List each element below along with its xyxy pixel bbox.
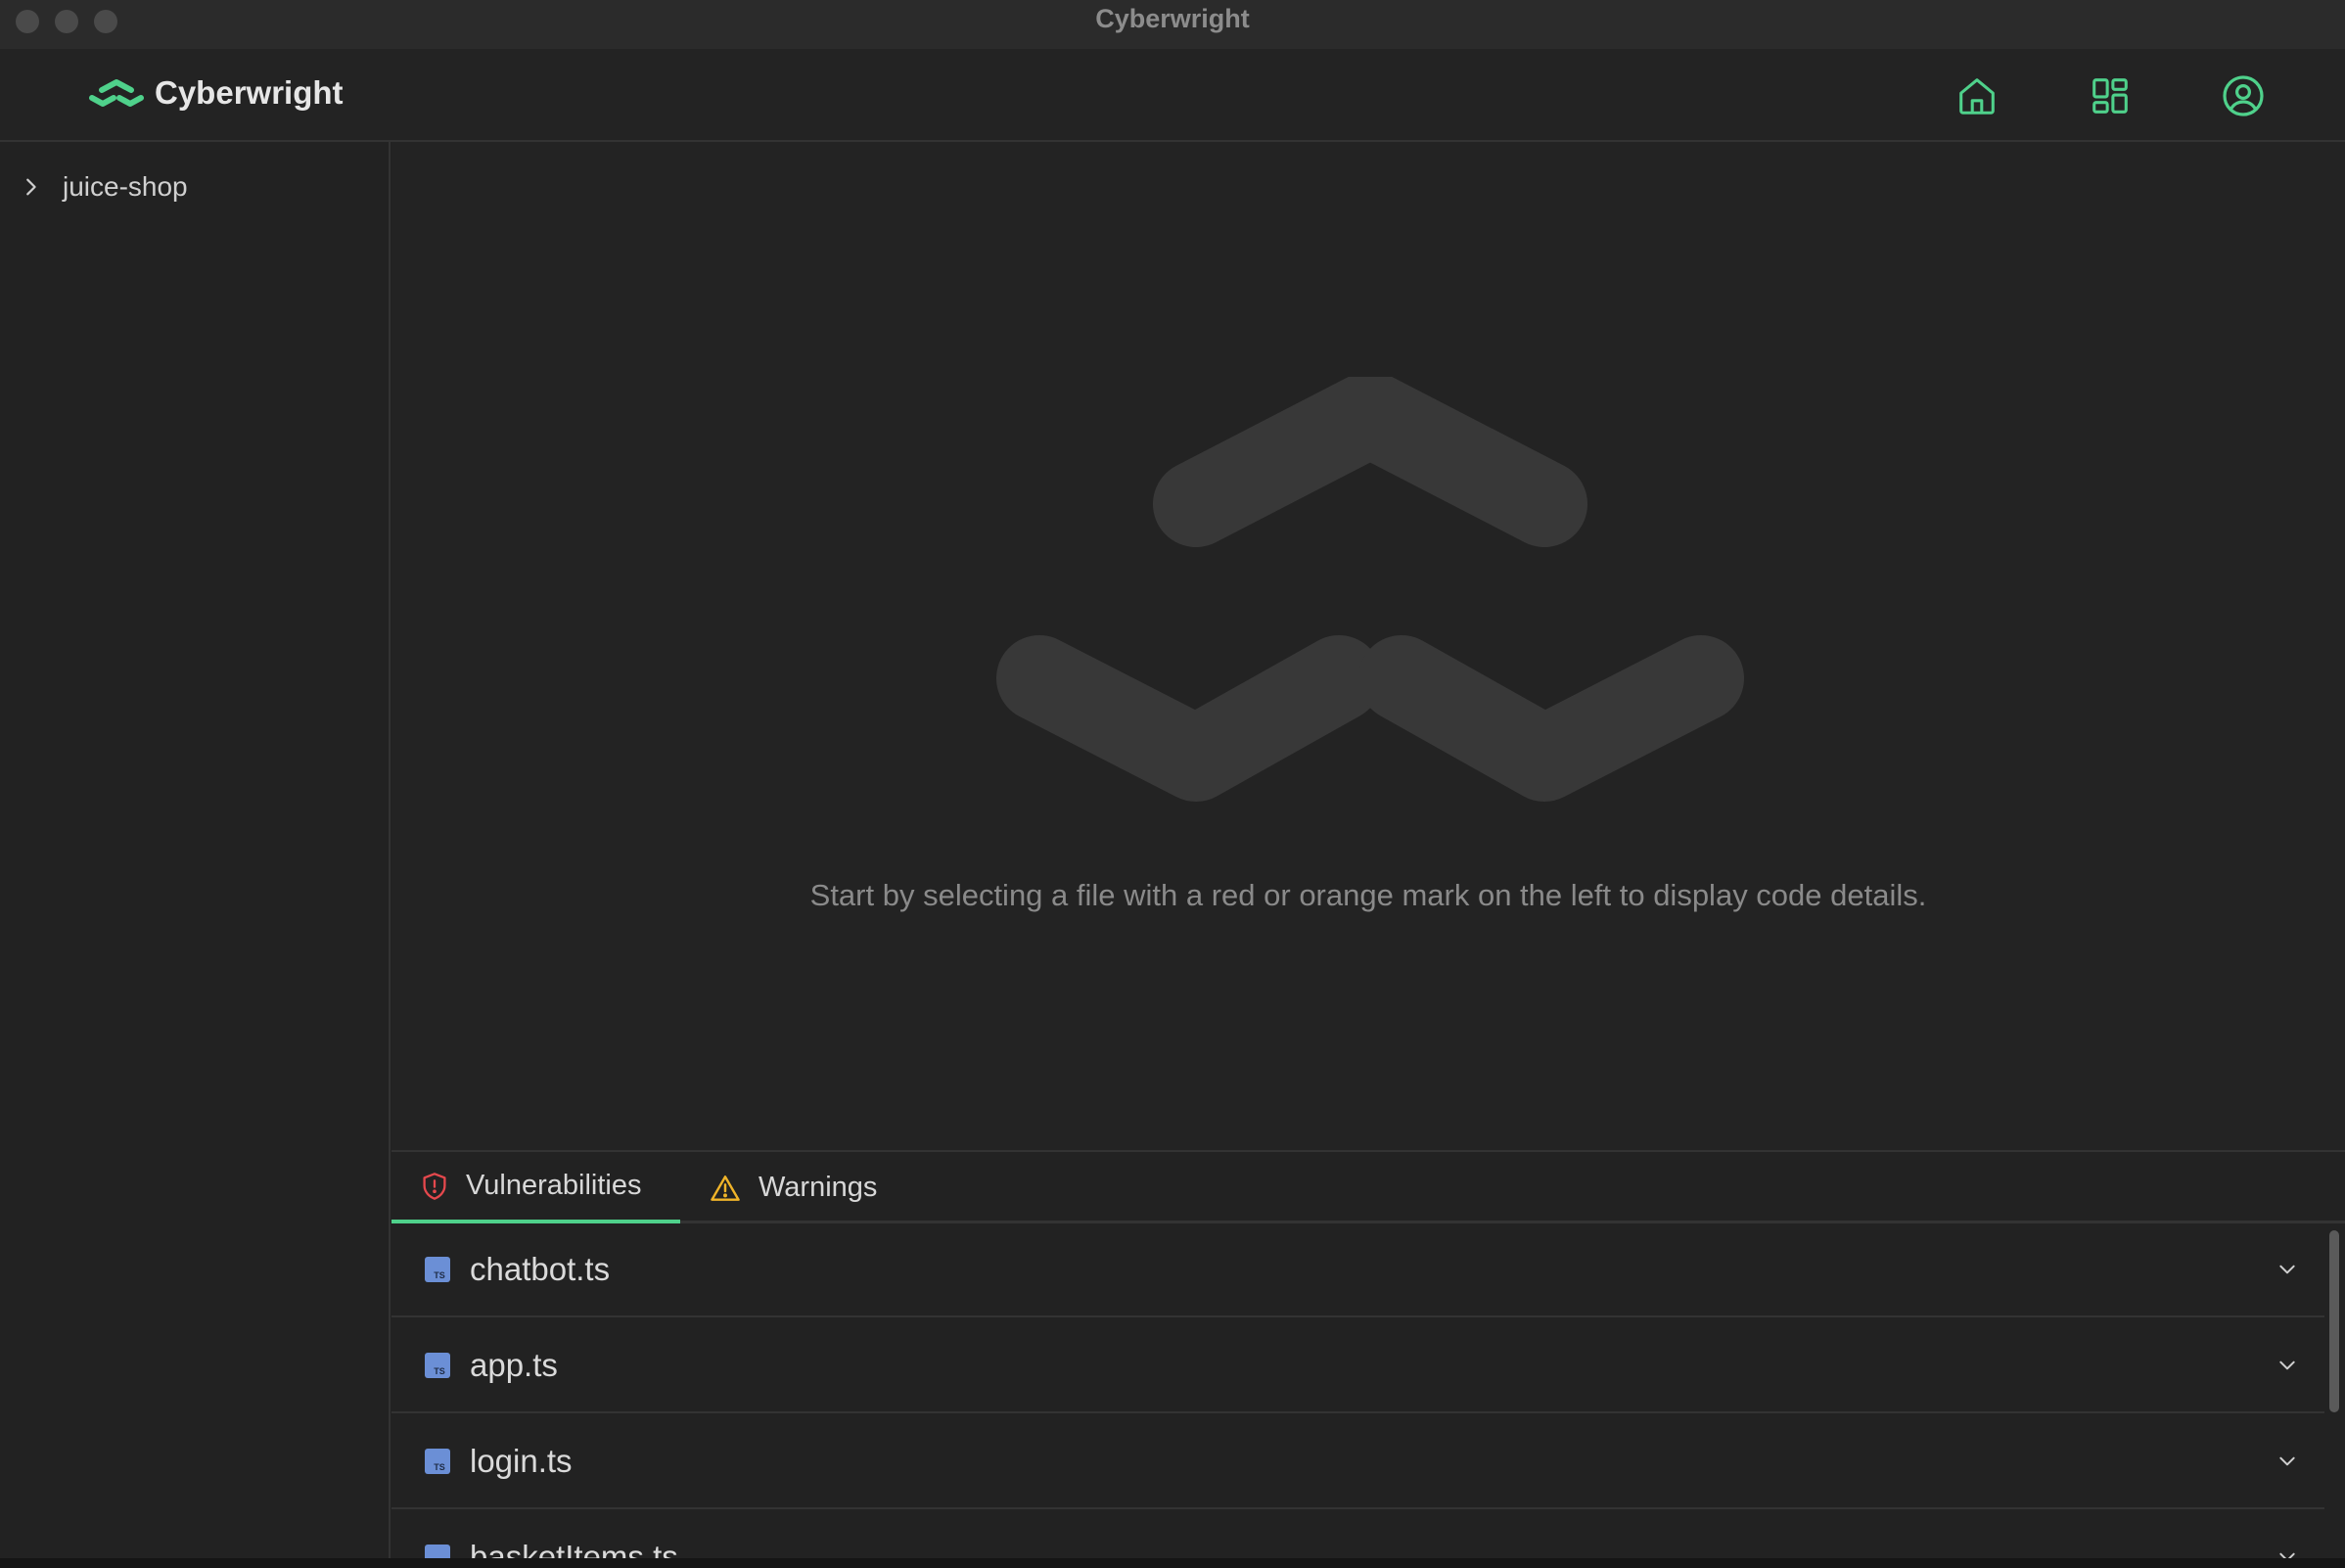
tab-warnings[interactable]: Warnings: [680, 1152, 906, 1223]
findings-panel: Vulnerabilities Warnings TS chatbot.ts T…: [391, 1150, 2345, 1568]
file-name: login.ts: [470, 1443, 573, 1479]
typescript-file-icon: TS: [425, 1353, 450, 1378]
file-row-login[interactable]: TS login.ts: [391, 1415, 2324, 1509]
app-window: Cyberwright Cyberwright juice-shop Start…: [0, 0, 2345, 1568]
typescript-file-icon: TS: [425, 1257, 450, 1282]
tree-item-label: juice-shop: [63, 171, 188, 202]
tab-vulnerabilities[interactable]: Vulnerabilities: [391, 1152, 680, 1223]
brand-name: Cyberwright: [155, 74, 344, 111]
brand-logo[interactable]: Cyberwright: [88, 74, 344, 112]
file-row-app[interactable]: TS app.ts: [391, 1319, 2324, 1413]
svg-text:TS: TS: [434, 1270, 445, 1280]
file-name: app.ts: [470, 1347, 558, 1383]
tab-label: Vulnerabilities: [466, 1170, 642, 1201]
dashboard-icon: [2092, 78, 2128, 114]
home-icon: [1959, 78, 1995, 115]
cyberwright-logo-icon: [89, 79, 144, 107]
home-button[interactable]: [1950, 69, 2004, 123]
chevron-down-icon[interactable]: [2277, 1260, 2297, 1279]
cyberwright-watermark-icon: [996, 377, 1744, 802]
code-details-area: Start by selecting a file with a red or …: [391, 142, 2345, 1150]
vulnerable-files-list: TS chatbot.ts TS app.ts TS login.ts bask…: [391, 1223, 2345, 1568]
title-bar: Cyberwright: [0, 0, 2345, 49]
window-bottom-edge: [0, 1558, 2345, 1568]
window-title: Cyberwright: [1095, 4, 1250, 33]
file-tree-sidebar: juice-shop: [0, 142, 391, 1568]
tree-item-juice-shop[interactable]: juice-shop: [20, 171, 188, 203]
chevron-right-icon: [26, 178, 36, 196]
chevron-down-icon[interactable]: [2277, 1356, 2297, 1375]
typescript-file-icon: TS: [425, 1449, 450, 1474]
warning-triangle-icon: [711, 1175, 740, 1201]
svg-text:TS: TS: [434, 1366, 445, 1376]
empty-state-message: Start by selecting a file with a red or …: [809, 878, 1927, 912]
svg-text:TS: TS: [434, 1462, 445, 1472]
shield-alert-icon: [423, 1172, 446, 1200]
file-name: chatbot.ts: [470, 1251, 611, 1287]
tab-label: Warnings: [759, 1172, 878, 1203]
account-button[interactable]: [2216, 69, 2271, 123]
file-row-chatbot[interactable]: TS chatbot.ts: [391, 1223, 2324, 1317]
file-list-scrollbar[interactable]: [2329, 1230, 2339, 1412]
findings-tabs: Vulnerabilities Warnings: [391, 1152, 2345, 1223]
dashboard-button[interactable]: [2083, 69, 2138, 123]
account-icon: [2223, 75, 2264, 116]
chevron-down-icon[interactable]: [2277, 1452, 2297, 1471]
app-header: Cyberwright: [0, 49, 2345, 142]
